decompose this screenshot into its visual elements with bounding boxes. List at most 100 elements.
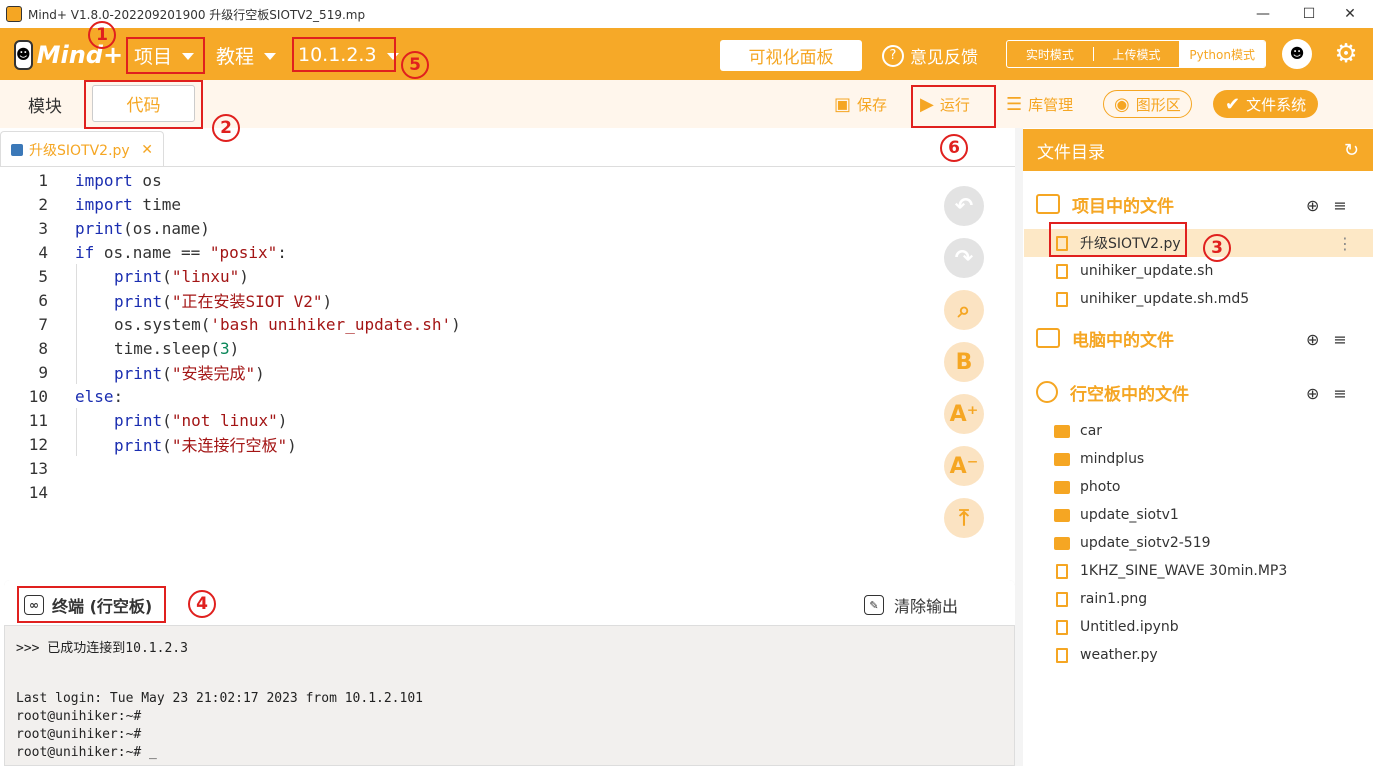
redo-icon[interactable]: ↷	[944, 238, 984, 278]
more-icon[interactable]: ⋮	[1337, 234, 1353, 253]
divider	[0, 166, 1015, 167]
file-name: photo	[1080, 479, 1121, 495]
code-token: os	[132, 170, 162, 190]
list-item[interactable]: photo	[1024, 473, 1373, 501]
mindplus-window: Mind+ V1.8.0-202209201900 升级行空板SIOTV2_51…	[0, 0, 1373, 766]
list-item[interactable]: weather.py	[1024, 641, 1373, 669]
chevron-down-icon	[264, 53, 277, 60]
line-number: 6	[38, 290, 48, 310]
list-item[interactable]: unihiker_update.sh.md5	[1024, 285, 1373, 313]
clear-output-button[interactable]: ✎ 清除输出	[864, 593, 958, 617]
code-token: (	[162, 364, 172, 383]
realtime-mode-tab[interactable]: 实时模式	[1007, 41, 1093, 67]
save-icon: ▣	[834, 93, 852, 115]
indent-guide	[76, 408, 77, 456]
line-number: 11	[28, 410, 48, 430]
menu-icon[interactable]: ≡	[1333, 384, 1346, 403]
list-item[interactable]: update_siotv1	[1024, 501, 1373, 529]
terminal-line: root@unihiker:~# _	[16, 745, 157, 760]
tutorial-menu[interactable]: 教程	[216, 38, 277, 72]
close-window-button[interactable]: ✕	[1327, 0, 1373, 28]
save-label: 保存	[857, 95, 888, 114]
code-token: (	[162, 410, 172, 430]
file-name: rain1.png	[1080, 591, 1148, 607]
file-name: update_siotv2-519	[1080, 535, 1211, 551]
minimize-button[interactable]: —	[1240, 0, 1286, 28]
code-token: "not linux"	[171, 410, 278, 430]
undo-icon[interactable]: ↶	[944, 186, 984, 226]
close-icon[interactable]: ✕	[141, 142, 153, 158]
code-line: 9 print("安装完成")	[0, 360, 264, 384]
code-token: os.system(	[114, 314, 211, 334]
filesystem-button[interactable]: ✔ 文件系统	[1213, 90, 1319, 118]
app-icon	[6, 6, 22, 22]
list-item[interactable]: rain1.png	[1024, 585, 1373, 613]
font-decrease-icon[interactable]: A⁻	[944, 446, 984, 486]
new-file-icon[interactable]: ⊕	[1306, 384, 1319, 403]
check-icon: ✔	[1225, 93, 1241, 115]
save-button[interactable]: ▣ 保存	[834, 90, 887, 118]
list-item[interactable]: car	[1024, 417, 1373, 445]
section-project-files[interactable]: 项目中的文件	[1036, 189, 1174, 219]
graphics-label: 图形区	[1135, 95, 1181, 114]
format-icon[interactable]: B	[944, 342, 984, 382]
file-icon	[1056, 263, 1068, 279]
annotation-badge: 6	[940, 134, 968, 162]
code-line: 4 if os.name == "posix":	[0, 240, 287, 264]
file-name: weather.py	[1080, 647, 1158, 663]
list-item[interactable]: Untitled.ipynb	[1024, 613, 1373, 641]
new-file-icon[interactable]: ⊕	[1306, 196, 1319, 215]
terminal-line: root@unihiker:~#	[16, 709, 142, 724]
code-line: 14	[0, 480, 50, 504]
file-icon	[1056, 619, 1068, 635]
code-token: if	[75, 242, 95, 262]
list-item[interactable]: unihiker_update.sh	[1024, 257, 1373, 285]
list-item[interactable]: update_siotv2-519	[1024, 529, 1373, 557]
new-file-icon[interactable]: ⊕	[1306, 330, 1319, 349]
menu-icon[interactable]: ≡	[1333, 330, 1346, 349]
visual-panel-button[interactable]: 可视化面板	[720, 40, 862, 71]
code-token: print	[114, 436, 163, 455]
section-board-files[interactable]: 行空板中的文件	[1036, 377, 1189, 407]
feedback-button[interactable]: ? 意见反馈	[882, 40, 978, 71]
file-name: Untitled.ipynb	[1080, 619, 1179, 635]
refresh-icon[interactable]: ↻	[1344, 140, 1359, 161]
code-line: 3 print(os.name)	[0, 216, 210, 240]
tab-blocks[interactable]: 模块	[28, 92, 62, 117]
list-item[interactable]: mindplus	[1024, 445, 1373, 473]
file-tab[interactable]: 升级SIOTV2.py ✕	[0, 131, 164, 167]
terminal-line: root@unihiker:~#	[16, 727, 142, 742]
code-area[interactable]: 1 import os 2 import time 3 print(os.nam…	[0, 168, 930, 508]
indent-guide	[76, 264, 77, 384]
file-tab-label: 升级SIOTV2.py	[29, 142, 130, 159]
user-avatar[interactable]: ☻	[1282, 39, 1312, 69]
list-item[interactable]: 1KHZ_SINE_WAVE 30min.MP3	[1024, 557, 1373, 585]
annotation-badge: 5	[401, 51, 429, 79]
code-token: :	[113, 386, 124, 406]
font-increase-icon[interactable]: A⁺	[944, 394, 984, 434]
menu-icon[interactable]: ≡	[1333, 196, 1346, 215]
graphics-button[interactable]: ◉ 图形区	[1103, 90, 1192, 118]
highlight-box-run	[911, 85, 996, 128]
library-manager-button[interactable]: ☰ 库管理	[1006, 90, 1073, 118]
file-name: update_siotv1	[1080, 507, 1179, 523]
graphics-icon: ◉	[1114, 93, 1130, 115]
section-actions: ⊕ ≡	[1306, 378, 1361, 408]
gear-icon[interactable]: ⚙	[1332, 39, 1360, 69]
python-mode-tab[interactable]: Python模式	[1179, 41, 1265, 67]
clear-output-label: 清除输出	[894, 597, 959, 616]
code-token: )	[277, 410, 288, 430]
code-token: time.sleep(	[114, 338, 220, 358]
title-bar: Mind+ V1.8.0-202209201900 升级行空板SIOTV2_51…	[0, 0, 1373, 28]
file-name: mindplus	[1080, 451, 1145, 467]
scroll-top-icon[interactable]: ⤒	[944, 498, 984, 538]
library-icon: ☰	[1006, 93, 1023, 115]
panel-splitter[interactable]	[1015, 128, 1023, 766]
window-title: Mind+ V1.8.0-202209201900 升级行空板SIOTV2_51…	[28, 7, 366, 22]
upload-mode-tab[interactable]: 上传模式	[1094, 41, 1180, 67]
search-icon[interactable]: ⌕	[944, 290, 984, 330]
section-pc-files[interactable]: 电脑中的文件	[1036, 323, 1174, 353]
filesystem-label: 文件系统	[1246, 95, 1307, 114]
maximize-button[interactable]: ☐	[1286, 0, 1332, 28]
code-token: :	[277, 242, 287, 262]
